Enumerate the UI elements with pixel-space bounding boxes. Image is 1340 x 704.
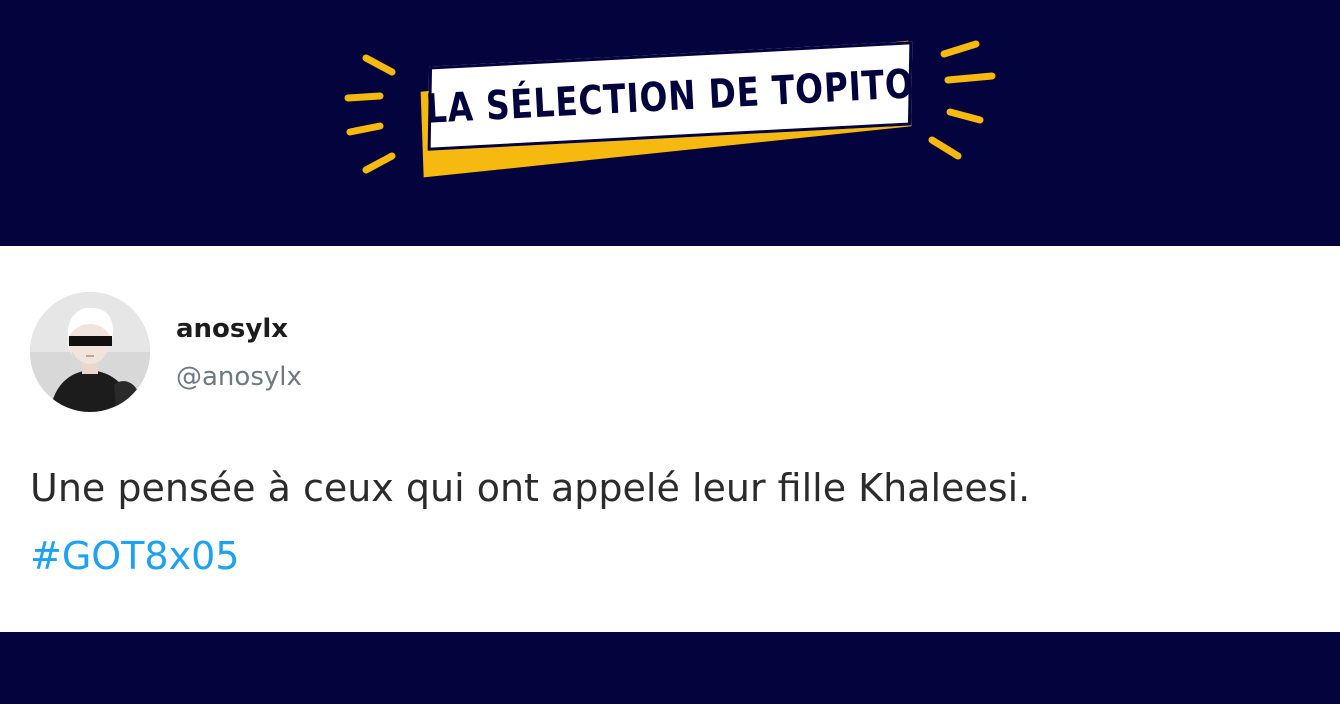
burst-line: [928, 136, 962, 160]
avatar[interactable]: [30, 292, 150, 412]
tweet-display-name[interactable]: anosylx: [176, 314, 288, 344]
burst-line: [344, 92, 384, 102]
banner-title-text: LA SÉLECTION DE TOPITO: [424, 61, 916, 133]
tweet-card: anosylx @anosylx Une pensée à ceux qui o…: [0, 246, 1340, 632]
burst-line: [346, 122, 384, 136]
topito-selection-badge: LA SÉLECTION DE TOPITO: [418, 40, 918, 178]
burst-line: [362, 152, 396, 174]
burst-line: [940, 40, 980, 58]
profile-photo-icon: [30, 292, 150, 412]
topito-banner: LA SÉLECTION DE TOPITO: [0, 0, 1340, 246]
burst-line: [944, 72, 996, 84]
tweet-hashtag-link[interactable]: #GOT8x05: [30, 534, 239, 578]
tweet-handle[interactable]: @anosylx: [176, 362, 302, 392]
burst-line: [946, 108, 984, 124]
tweet-body-text: Une pensée à ceux qui ont appelé leur fi…: [30, 466, 1031, 510]
footer-band: [0, 632, 1340, 704]
burst-line: [362, 54, 396, 76]
